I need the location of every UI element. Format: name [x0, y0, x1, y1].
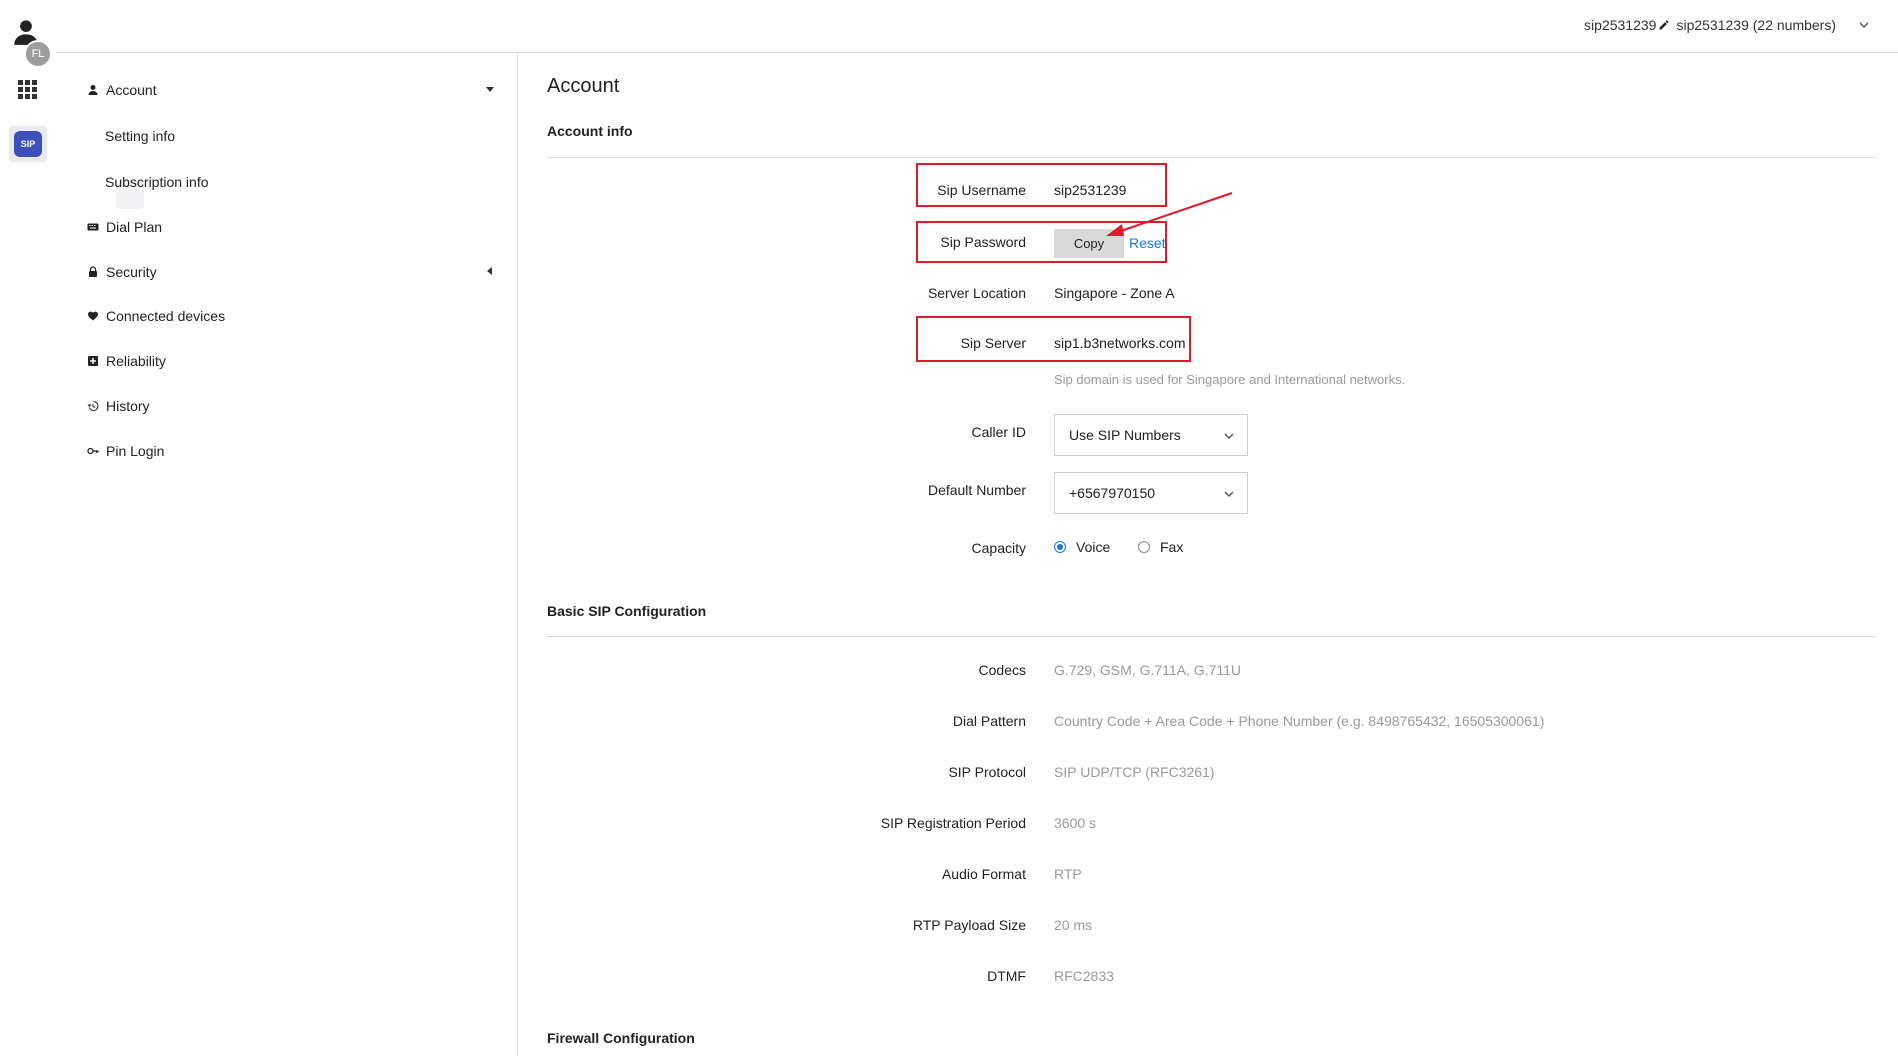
sip-server-label: Sip Server: [960, 335, 1026, 351]
default-number-selected: +6567970150: [1069, 485, 1156, 501]
capacity-label: Capacity: [971, 540, 1026, 556]
rtp-payload-size-label: RTP Payload Size: [912, 917, 1026, 933]
sidebar: Account Setting info Subscription info D…: [56, 53, 518, 1056]
sip-registration-period-value: 3600 s: [1054, 815, 1097, 831]
sidebar-item-subscription-info[interactable]: Subscription info: [105, 171, 209, 193]
rtp-payload-size-value: 20 ms: [1054, 917, 1093, 933]
key-icon: [86, 444, 100, 458]
sidebar-item-label: Setting info: [105, 128, 176, 144]
sidebar-item-label: Account: [106, 82, 157, 98]
sip-registration-period-label: SIP Registration Period: [880, 815, 1026, 831]
caret-left-icon[interactable]: [485, 266, 495, 276]
main-content: Account Account info Sip Username sip253…: [518, 53, 1898, 1056]
sip-protocol-label: SIP Protocol: [948, 764, 1026, 780]
radio-checked-icon: [1054, 541, 1066, 553]
divider: [547, 636, 1876, 637]
sip-protocol-value: SIP UDP/TCP (RFC3261): [1054, 764, 1215, 780]
default-number-label: Default Number: [927, 482, 1026, 498]
person-icon: [86, 83, 100, 97]
lock-icon: [86, 265, 100, 279]
section-title-firewall: Firewall Configuration: [547, 1030, 695, 1046]
user-avatar[interactable]: FL: [12, 18, 52, 68]
sidebar-item-dial-plan[interactable]: Dial Plan: [86, 216, 162, 238]
avatar-initials: FL: [24, 40, 52, 68]
annotation-arrow: [1106, 192, 1233, 236]
sidebar-item-label: Reliability: [106, 353, 166, 369]
dial-pattern-value: Country Code + Area Code + Phone Number …: [1054, 713, 1545, 729]
sidebar-item-label: History: [106, 398, 150, 414]
caller-id-label: Caller ID: [971, 424, 1026, 440]
sip-server-value: sip1.b3networks.com: [1054, 335, 1186, 351]
chevron-down-icon[interactable]: [1858, 19, 1870, 31]
sidebar-item-history[interactable]: History: [86, 395, 150, 417]
audio-format-label: Audio Format: [941, 866, 1026, 882]
section-title-basic-sip: Basic SIP Configuration: [547, 603, 707, 619]
sidebar-item-label: Connected devices: [106, 308, 226, 324]
sidebar-item-setting-info[interactable]: Setting info: [105, 125, 175, 147]
history-icon: [86, 399, 100, 413]
radio-label: Fax: [1160, 539, 1184, 555]
sip-app-icon: SIP: [14, 131, 42, 157]
left-rail: FL SIP: [0, 0, 57, 1056]
heart-icon: [86, 309, 100, 323]
divider: [547, 157, 1876, 158]
server-location-value: Singapore - Zone A: [1054, 285, 1175, 301]
sip-app-tile[interactable]: SIP: [9, 126, 47, 162]
codecs-label: Codecs: [978, 662, 1026, 678]
numbers-count: sip2531239 (22 numbers): [1676, 17, 1836, 33]
sip-username-label: Sip Username: [937, 182, 1026, 198]
sip-password-label: Sip Password: [940, 234, 1026, 250]
caret-down-icon[interactable]: [485, 84, 495, 94]
sidebar-item-label: Dial Plan: [106, 219, 163, 235]
section-title-account-info: Account info: [547, 123, 633, 139]
sidebar-item-connected-devices[interactable]: Connected devices: [86, 305, 225, 327]
radio-unchecked-icon: [1138, 541, 1150, 553]
server-location-label: Server Location: [927, 285, 1026, 301]
caller-id-select[interactable]: Use SIP Numbers: [1054, 414, 1248, 456]
dial-pattern-label: Dial Pattern: [952, 713, 1026, 729]
account-switcher[interactable]: sip2531239 sip2531239 (22 numbers): [1584, 17, 1870, 33]
sidebar-item-account[interactable]: Account: [86, 79, 157, 101]
default-number-select[interactable]: +6567970150: [1054, 472, 1248, 514]
radio-label: Voice: [1076, 539, 1111, 555]
sidebar-item-label: Pin Login: [106, 443, 165, 459]
page-title: Account: [547, 75, 620, 97]
dtmf-label: DTMF: [987, 968, 1026, 984]
sidebar-item-label: Security: [106, 264, 157, 280]
audio-format-value: RTP: [1054, 866, 1082, 882]
pencil-icon[interactable]: [1658, 19, 1670, 31]
chevron-down-icon: [1224, 433, 1234, 439]
top-bar: sip2531239 sip2531239 (22 numbers): [56, 0, 1898, 53]
sip-server-hint: Sip domain is used for Singapore and Int…: [1054, 372, 1406, 387]
keyboard-icon: [86, 220, 100, 234]
sidebar-item-reliability[interactable]: Reliability: [86, 350, 166, 372]
grid-icon[interactable]: [18, 80, 38, 100]
sidebar-item-label: Subscription info: [105, 174, 209, 190]
dtmf-value: RFC2833: [1054, 968, 1114, 984]
codecs-value: G.729, GSM, G.711A, G.711U: [1054, 662, 1242, 678]
sidebar-item-security[interactable]: Security: [86, 261, 157, 283]
chevron-down-icon: [1224, 491, 1234, 497]
sip-username-display: sip2531239: [1584, 17, 1657, 33]
plus-box-icon: [86, 354, 100, 368]
capacity-fax-radio[interactable]: Fax: [1138, 539, 1183, 555]
capacity-voice-radio[interactable]: Voice: [1054, 539, 1110, 555]
caller-id-selected: Use SIP Numbers: [1069, 427, 1181, 443]
sidebar-item-pin-login[interactable]: Pin Login: [86, 440, 164, 462]
